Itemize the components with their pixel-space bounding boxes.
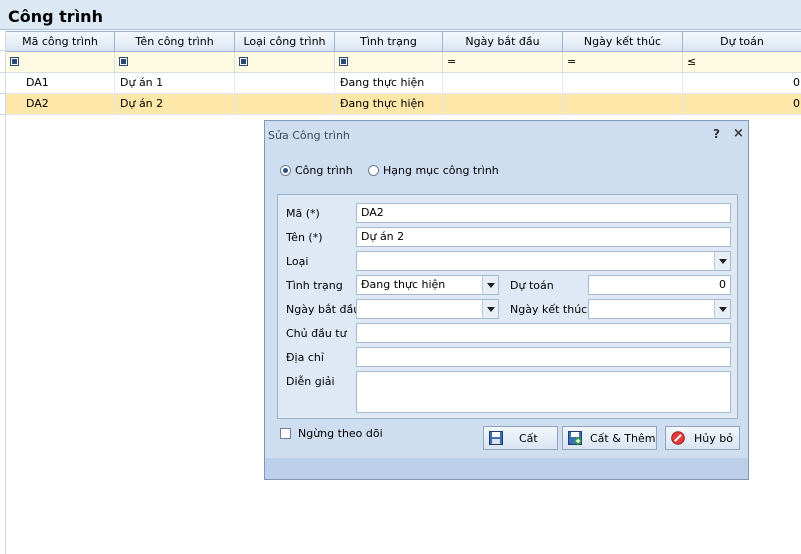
column-header-tinh-trang[interactable]: Tình trạng: [335, 32, 443, 51]
cell-ngay-ket-thuc[interactable]: [563, 94, 683, 114]
label-ngay-ket-thuc: Ngày kết thúc: [510, 303, 588, 316]
filter-cell-ma[interactable]: [6, 52, 115, 72]
label-tinh-trang: Tình trạng: [286, 279, 343, 292]
filter-icon[interactable]: [339, 57, 348, 66]
dialog-title: Sửa Công trình: [268, 129, 350, 142]
grid-header: Mã công trình Tên công trình Loại công t…: [6, 31, 801, 52]
tinh-trang-dropdown[interactable]: Đang thực hiện: [356, 275, 499, 295]
column-header-ten[interactable]: Tên công trình: [115, 32, 235, 51]
cell-ten[interactable]: Dự án 1: [115, 73, 235, 93]
table-row-selected[interactable]: DA2 Dự án 2 Đang thực hiện 0: [6, 94, 801, 115]
chevron-down-icon[interactable]: [714, 252, 730, 270]
cell-ngay-bat-dau[interactable]: [443, 94, 563, 114]
ngay-ket-thuc-picker[interactable]: [588, 299, 731, 319]
dialog-caption: Sửa Công trình ? ×: [265, 121, 748, 149]
filter-operator[interactable]: =: [567, 55, 576, 68]
chevron-down-icon[interactable]: [482, 276, 498, 294]
label-dia-chi: Địa chỉ: [286, 351, 324, 364]
cell-tinh-trang[interactable]: Đang thực hiện: [335, 73, 443, 93]
floppy-disk-icon: [489, 431, 503, 445]
cell-du-toan[interactable]: 0: [683, 94, 801, 114]
radio-selected-icon[interactable]: [280, 165, 291, 176]
help-icon[interactable]: ?: [713, 127, 720, 141]
label-ma: Mã (*): [286, 207, 320, 220]
ngung-theo-doi-label[interactable]: Ngừng theo dõi: [298, 427, 383, 440]
ngung-theo-doi-checkbox[interactable]: [280, 428, 291, 439]
filter-operator[interactable]: ≤: [687, 55, 696, 68]
cell-ten[interactable]: Dự án 2: [115, 94, 235, 114]
filter-row: = = ≤: [6, 52, 801, 73]
filter-cell-loai[interactable]: [235, 52, 335, 72]
table-row[interactable]: DA1 Dự án 1 Đang thực hiện 0: [6, 73, 801, 94]
cell-tinh-trang[interactable]: Đang thực hiện: [335, 94, 443, 114]
filter-cell-du-toan[interactable]: ≤: [683, 52, 801, 72]
cell-ma[interactable]: DA2: [6, 94, 115, 114]
save-button-label: Cất: [519, 432, 538, 445]
cell-du-toan[interactable]: 0: [683, 73, 801, 93]
loai-dropdown[interactable]: [356, 251, 731, 271]
filter-cell-ngay-bat-dau[interactable]: =: [443, 52, 563, 72]
column-header-ma[interactable]: Mã công trình: [6, 32, 115, 51]
ten-field[interactable]: Dự án 2: [356, 227, 731, 247]
cell-loai[interactable]: [235, 73, 335, 93]
edit-project-dialog: Sửa Công trình ? × Công trình Hạng mục c…: [264, 120, 749, 480]
dialog-footer: [265, 458, 748, 479]
page-title: Công trình: [8, 7, 103, 26]
filter-cell-ten[interactable]: [115, 52, 235, 72]
cancel-button-label: Hủy bỏ: [694, 432, 733, 445]
radio-hang-muc-label[interactable]: Hạng mục công trình: [383, 164, 499, 177]
filter-cell-tinh-trang[interactable]: [335, 52, 443, 72]
label-ten: Tên (*): [286, 231, 323, 244]
ngay-bat-dau-picker[interactable]: [356, 299, 499, 319]
save-and-new-label: Cất & Thêm: [590, 432, 656, 445]
label-dien-giai: Diễn giải: [286, 375, 335, 388]
title-bar: Công trình: [0, 0, 801, 30]
column-header-ngay-bat-dau[interactable]: Ngày bắt đầu: [443, 32, 563, 51]
cancel-button[interactable]: Hủy bỏ: [665, 426, 740, 450]
filter-icon[interactable]: [239, 57, 248, 66]
filter-operator[interactable]: =: [447, 55, 456, 68]
column-header-loai[interactable]: Loại công trình: [235, 32, 335, 51]
radio-unselected-icon[interactable]: [368, 165, 379, 176]
filter-icon[interactable]: [119, 57, 128, 66]
close-icon[interactable]: ×: [733, 126, 744, 141]
ma-field[interactable]: DA2: [356, 203, 731, 223]
filter-cell-ngay-ket-thuc[interactable]: =: [563, 52, 683, 72]
chu-dau-tu-field[interactable]: [356, 323, 731, 343]
column-header-du-toan[interactable]: Dự toán: [683, 32, 801, 51]
dien-giai-textarea[interactable]: [356, 371, 731, 413]
cell-ngay-ket-thuc[interactable]: [563, 73, 683, 93]
chevron-down-icon[interactable]: [714, 300, 730, 318]
dia-chi-field[interactable]: [356, 347, 731, 367]
project-grid: Mã công trình Tên công trình Loại công t…: [6, 31, 801, 115]
cell-ma[interactable]: DA1: [6, 73, 115, 93]
du-toan-field[interactable]: 0: [588, 275, 731, 295]
label-du-toan: Dự toán: [510, 279, 554, 292]
label-loai: Loại: [286, 255, 309, 268]
tinh-trang-value: Đang thực hiện: [361, 278, 446, 291]
filter-icon[interactable]: [10, 57, 19, 66]
label-chu-dau-tu: Chủ đầu tư: [286, 327, 347, 340]
save-and-new-button[interactable]: Cất & Thêm: [562, 426, 657, 450]
save-new-icon: [568, 431, 582, 445]
cell-ngay-bat-dau[interactable]: [443, 73, 563, 93]
cell-loai[interactable]: [235, 94, 335, 114]
column-header-ngay-ket-thuc[interactable]: Ngày kết thúc: [563, 32, 683, 51]
save-button[interactable]: Cất: [483, 426, 558, 450]
radio-cong-trinh-label[interactable]: Công trình: [295, 164, 353, 177]
form-panel: Mã (*) DA2 Tên (*) Dự án 2 Loại Tình trạ…: [277, 194, 738, 419]
label-ngay-bat-dau: Ngày bắt đầu: [286, 303, 361, 316]
chevron-down-icon[interactable]: [482, 300, 498, 318]
cancel-icon: [671, 431, 685, 445]
